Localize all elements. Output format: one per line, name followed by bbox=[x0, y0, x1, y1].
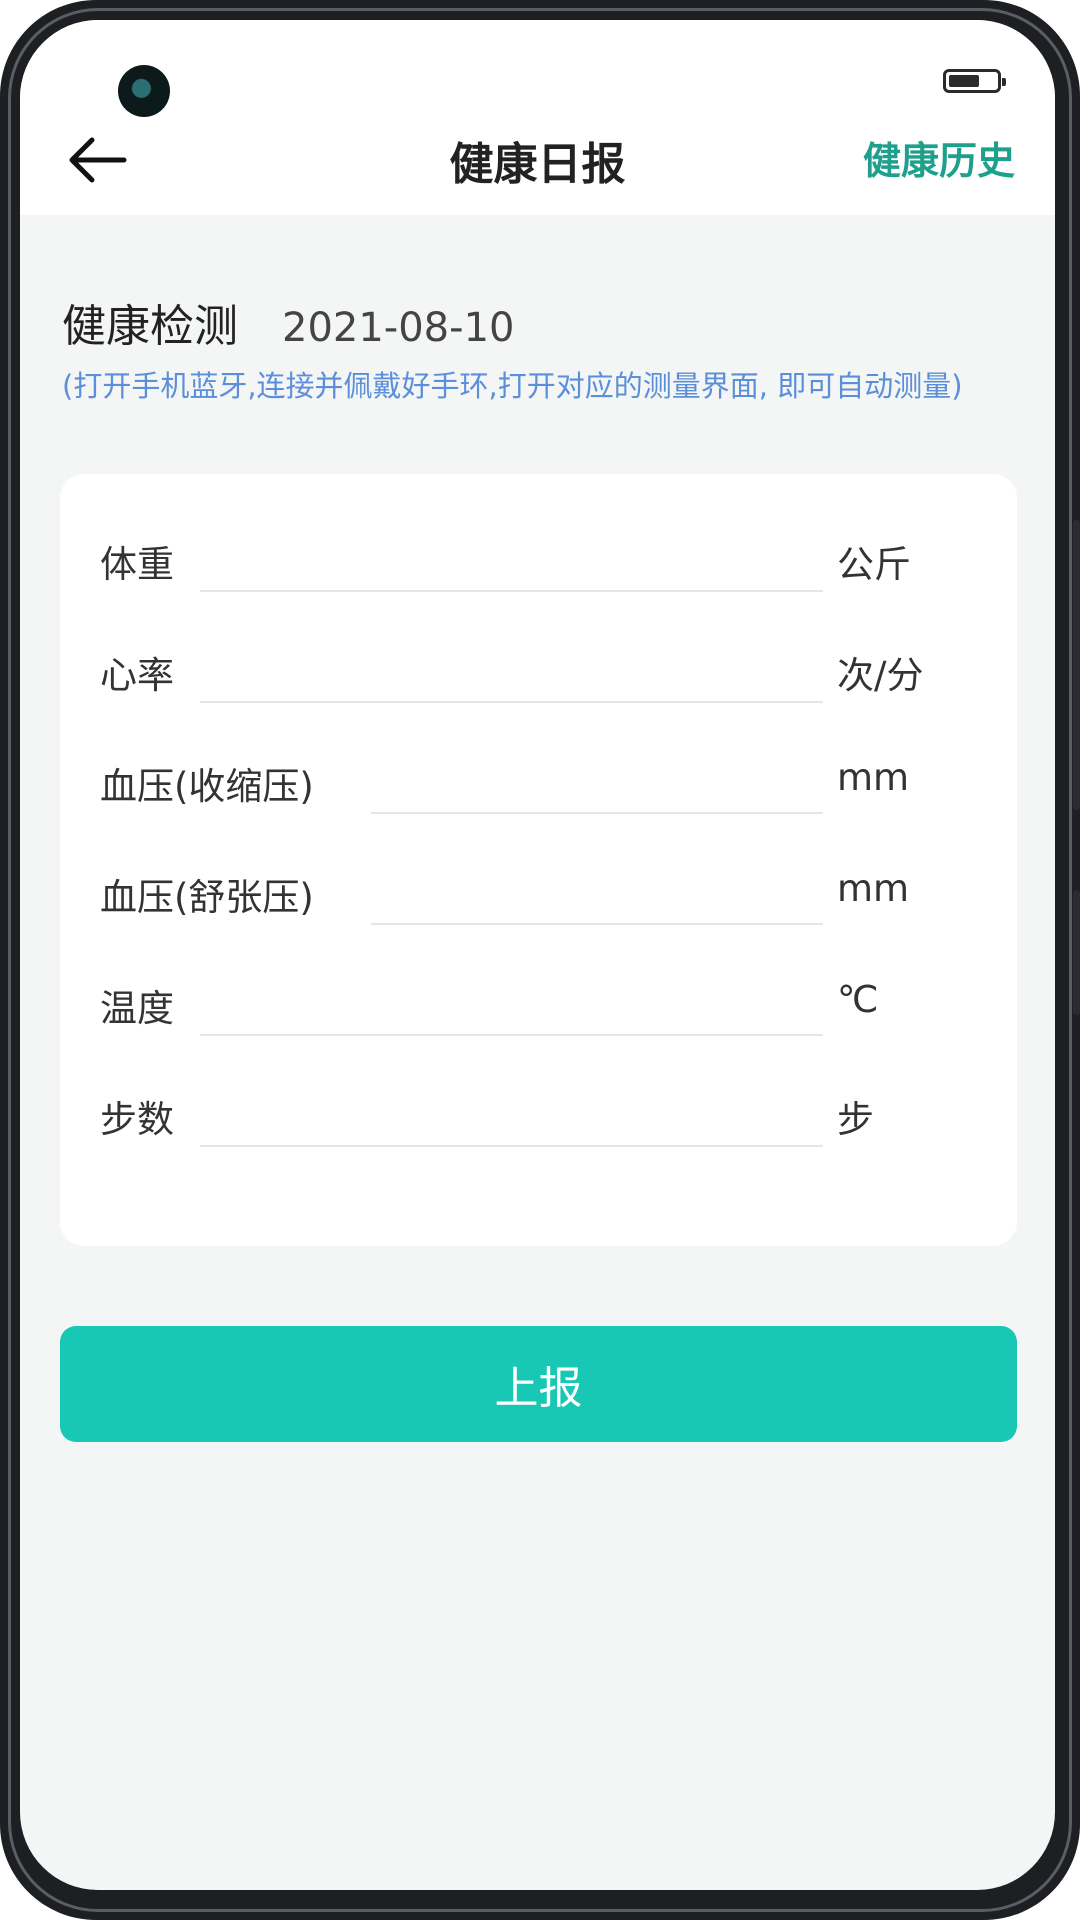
health-history-link[interactable]: 健康历史 bbox=[863, 130, 1015, 185]
steps-input[interactable] bbox=[200, 1077, 823, 1147]
front-camera-icon bbox=[118, 65, 170, 117]
heart-rate-label: 心率 bbox=[100, 654, 174, 697]
submit-report-button[interactable]: 上报 bbox=[60, 1326, 1017, 1442]
section-header: 健康检测 2021-08-10 bbox=[62, 290, 514, 354]
temperature-input[interactable] bbox=[200, 966, 823, 1036]
systolic-unit: mm bbox=[837, 756, 910, 799]
form-row-weight: 体重 公斤 bbox=[60, 504, 1017, 614]
weight-label: 体重 bbox=[100, 543, 174, 586]
battery-icon bbox=[943, 69, 1006, 93]
section-title: 健康检测 bbox=[62, 301, 238, 352]
navigation-bar: 健康日报 健康历史 bbox=[20, 20, 1055, 215]
measurement-form: 体重 公斤 心率 次/分 血压(收缩压) mm 血压(舒张压) mm 温度 ℃ … bbox=[60, 474, 1017, 1246]
heart-rate-unit: 次/分 bbox=[837, 654, 924, 697]
power-button bbox=[1073, 890, 1080, 1015]
form-row-steps: 步数 步 bbox=[60, 1059, 1017, 1169]
heart-rate-input[interactable] bbox=[200, 633, 823, 703]
form-row-systolic: 血压(收缩压) mm bbox=[60, 726, 1017, 836]
temperature-unit: ℃ bbox=[837, 978, 879, 1021]
volume-button bbox=[1073, 520, 1080, 810]
form-row-diastolic: 血压(舒张压) mm bbox=[60, 837, 1017, 947]
diastolic-unit: mm bbox=[837, 867, 910, 910]
app-screen: 健康日报 健康历史 健康检测 2021-08-10 (打开手机蓝牙,连接并佩戴好… bbox=[20, 20, 1055, 1890]
form-row-temperature: 温度 ℃ bbox=[60, 948, 1017, 1058]
steps-label: 步数 bbox=[100, 1098, 174, 1141]
weight-unit: 公斤 bbox=[837, 543, 911, 586]
steps-unit: 步 bbox=[837, 1098, 874, 1141]
systolic-input[interactable] bbox=[371, 744, 823, 814]
form-row-heart-rate: 心率 次/分 bbox=[60, 615, 1017, 725]
systolic-label: 血压(收缩压) bbox=[100, 765, 314, 808]
bluetooth-hint: (打开手机蓝牙,连接并佩戴好手环,打开对应的测量界面, 即可自动测量) bbox=[62, 369, 963, 403]
weight-input[interactable] bbox=[200, 522, 823, 592]
temperature-label: 温度 bbox=[100, 987, 174, 1030]
phone-frame: 健康日报 健康历史 健康检测 2021-08-10 (打开手机蓝牙,连接并佩戴好… bbox=[0, 0, 1080, 1920]
diastolic-input[interactable] bbox=[371, 855, 823, 925]
section-date: 2021-08-10 bbox=[282, 305, 515, 351]
diastolic-label: 血压(舒张压) bbox=[100, 876, 314, 919]
